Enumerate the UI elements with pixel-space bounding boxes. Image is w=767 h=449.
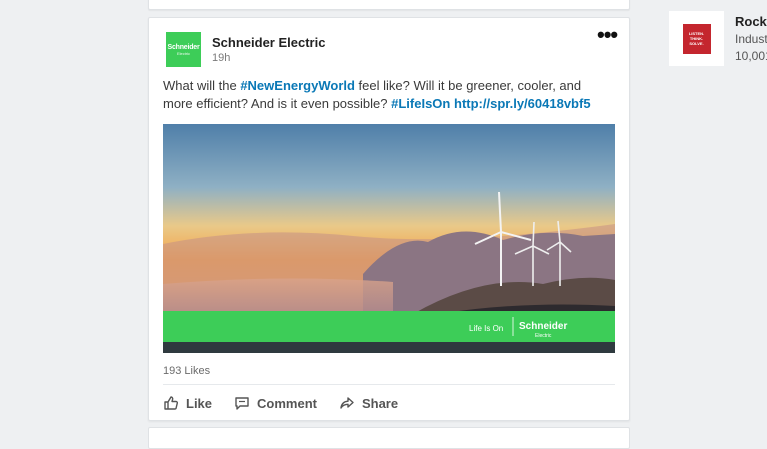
banner-brand-sub: Electric <box>535 333 552 339</box>
banner-brand: Schneider <box>519 321 567 332</box>
feed-post: Schneider Electric Schneider Electric 19… <box>148 17 630 421</box>
comment-button[interactable]: Comment <box>234 395 317 411</box>
share-button[interactable]: Share <box>339 395 398 411</box>
company-logo[interactable]: Schneider Electric <box>166 32 201 67</box>
sidebar-company-industry: Indust <box>735 32 767 46</box>
post-link[interactable]: http://spr.ly/60418vbf5 <box>454 96 591 111</box>
more-options-icon[interactable]: ••• <box>597 24 618 46</box>
divider <box>163 384 615 385</box>
comment-icon <box>235 397 249 410</box>
sidebar-company-logo[interactable]: LISTEN. THINK. SOLVE. <box>669 11 724 66</box>
like-button[interactable]: Like <box>163 395 212 411</box>
banner-tagline: Life Is On <box>469 324 503 333</box>
next-post-card <box>148 427 630 449</box>
post-text: What will the #NewEnergyWorld feel like?… <box>163 78 591 111</box>
sidebar-company-size: 10,001 <box>735 49 767 63</box>
thumbs-up-icon <box>164 396 179 410</box>
share-arrow-icon <box>340 397 354 409</box>
like-count[interactable]: 193 Likes <box>163 365 210 377</box>
post-timestamp: 19h <box>212 52 231 64</box>
previous-post-card <box>148 0 630 10</box>
hashtag-lifeison[interactable]: #LifeIsOn <box>391 96 450 111</box>
post-author[interactable]: Schneider Electric <box>212 35 325 50</box>
sidebar-company-name[interactable]: Rockw <box>735 14 767 29</box>
post-image[interactable]: Life Is On Schneider Electric <box>163 124 615 353</box>
post-actions: Like Comment Share <box>163 395 398 411</box>
hashtag-newenergyworld[interactable]: #NewEnergyWorld <box>240 78 355 93</box>
